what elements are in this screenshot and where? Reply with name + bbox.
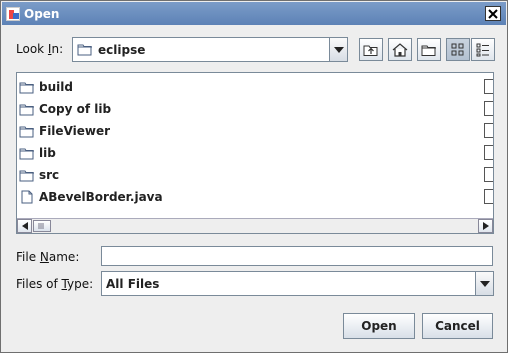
cancel-button[interactable]: Cancel	[422, 313, 493, 339]
list-item-label: lib	[39, 146, 56, 160]
grip-icon	[38, 223, 44, 229]
file-icon	[21, 190, 33, 204]
folder-icon	[19, 82, 34, 93]
home-button[interactable]	[388, 38, 412, 61]
app-icon	[6, 6, 20, 21]
list-item-label: build	[39, 80, 73, 94]
list-view-icon	[451, 43, 464, 55]
next-column-item[interactable]	[484, 123, 493, 138]
scroll-left-button[interactable]	[17, 219, 32, 233]
details-view-button[interactable]	[471, 38, 495, 61]
files-of-type-combo[interactable]: All Files	[101, 271, 494, 296]
next-column-item[interactable]	[484, 167, 493, 182]
list-item[interactable]: lib	[19, 143, 56, 163]
look-in-combo[interactable]: eclipse	[72, 37, 348, 62]
list-item-label: src	[39, 168, 60, 182]
folder-icon	[77, 44, 92, 56]
folder-up-icon	[363, 45, 378, 56]
next-column-item[interactable]	[484, 145, 493, 160]
close-button[interactable]	[485, 6, 501, 21]
look-in-value: eclipse	[98, 42, 146, 57]
chevron-down-icon	[479, 280, 490, 287]
open-button[interactable]: Open	[343, 313, 415, 339]
next-column-item[interactable]	[484, 101, 493, 116]
files-of-type-label: Files of Type:	[16, 277, 94, 291]
list-item[interactable]: src	[19, 165, 59, 185]
details-view-icon	[476, 43, 489, 56]
folder-icon	[19, 126, 34, 137]
horizontal-scrollbar[interactable]	[17, 218, 493, 233]
list-item[interactable]: FileViewer	[19, 121, 110, 141]
close-icon	[488, 8, 498, 19]
list-item-label: FileViewer	[39, 124, 111, 138]
file-list[interactable]: build Copy of lib FileViewer lib src ABe…	[16, 72, 494, 234]
file-name-input[interactable]	[101, 246, 493, 266]
next-column-item[interactable]	[484, 79, 493, 94]
title-bar[interactable]: Open	[2, 2, 506, 25]
look-in-label: Look In:	[16, 42, 64, 56]
chevron-left-icon	[21, 222, 28, 230]
chevron-right-icon	[482, 222, 489, 230]
list-item[interactable]: Copy of lib	[19, 99, 111, 119]
list-item-label: Copy of lib	[39, 102, 112, 116]
list-item[interactable]: ABevelBorder.java	[19, 187, 163, 207]
home-icon	[392, 42, 408, 57]
list-item[interactable]: build	[19, 77, 73, 97]
open-dialog: Open Look In: eclipse build Copy of lib …	[0, 0, 508, 353]
files-of-type-dropdown-arrow[interactable]	[475, 272, 493, 295]
scroll-right-button[interactable]	[478, 219, 493, 233]
new-folder-icon	[421, 45, 436, 56]
look-in-dropdown-arrow[interactable]	[329, 38, 347, 61]
up-one-level-button[interactable]	[359, 38, 383, 61]
folder-icon	[19, 104, 34, 115]
next-column-item[interactable]	[484, 189, 493, 204]
scroll-thumb[interactable]	[33, 220, 51, 232]
folder-icon	[19, 148, 34, 159]
new-folder-button[interactable]	[417, 38, 441, 61]
window-title: Open	[24, 6, 60, 21]
folder-icon	[19, 170, 34, 181]
list-view-button[interactable]	[446, 38, 470, 61]
file-name-label: File Name:	[16, 250, 80, 264]
chevron-down-icon	[333, 46, 344, 53]
list-item-label: ABevelBorder.java	[39, 190, 163, 204]
files-of-type-value: All Files	[106, 276, 160, 291]
